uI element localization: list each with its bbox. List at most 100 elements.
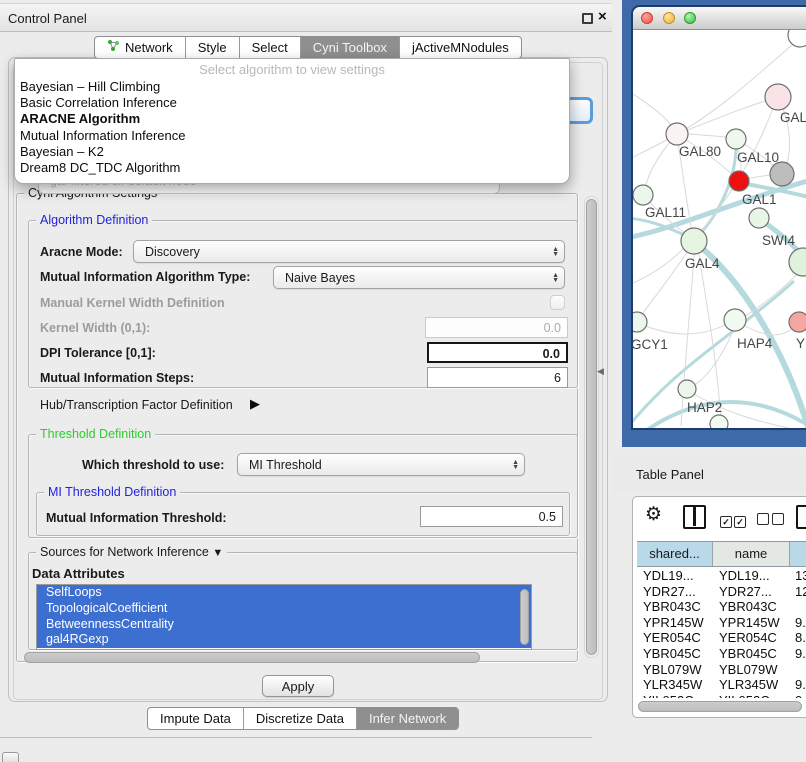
node-gal11[interactable] bbox=[633, 185, 653, 205]
table-row[interactable]: YBR043CYBR043C bbox=[637, 599, 806, 615]
manual-kernel-checkbox[interactable] bbox=[550, 295, 565, 310]
network-view-panel: GALGAL80GAL10GAL1GAL11SWI4GAL4GCY1HAP4YH… bbox=[622, 0, 806, 447]
column-header[interactable]: name bbox=[713, 542, 790, 566]
tab-infer-network[interactable]: Infer Network bbox=[356, 708, 458, 729]
node[interactable] bbox=[789, 248, 806, 276]
menu-item[interactable]: Bayesian – K2 bbox=[15, 144, 569, 160]
menu-item[interactable]: Basic Correlation Inference bbox=[15, 95, 569, 111]
table-cell: YIL052C bbox=[637, 693, 713, 698]
column-header[interactable] bbox=[790, 542, 806, 566]
attribute-item[interactable]: SelfLoops bbox=[37, 585, 531, 601]
table-cell: 9. bbox=[790, 646, 806, 662]
menu-item[interactable]: Bayesian – Hill Climbing bbox=[15, 79, 569, 95]
stepper-icon: ▲▼ bbox=[552, 247, 559, 257]
mi-threshold-title: MI Threshold Definition bbox=[44, 485, 180, 499]
tab-network[interactable]: Network bbox=[95, 37, 185, 58]
table-cell: YIL052C bbox=[713, 693, 790, 698]
table-row[interactable]: YDR27...YDR27...12 bbox=[637, 584, 806, 600]
table-cell: YER054C bbox=[713, 630, 790, 646]
table-cell: 0. bbox=[790, 693, 806, 698]
node-label: HAP4 bbox=[737, 336, 773, 351]
node-gcy1[interactable] bbox=[633, 312, 647, 332]
node-gal4[interactable] bbox=[681, 228, 707, 254]
table-row[interactable]: YBR045CYBR045C9. bbox=[637, 646, 806, 662]
apply-button[interactable]: Apply bbox=[262, 675, 334, 697]
which-threshold-combo[interactable]: MI Threshold ▲▼ bbox=[237, 453, 525, 476]
zoom-window-icon[interactable] bbox=[684, 12, 696, 24]
select-all-icon[interactable]: ✓✓ bbox=[720, 512, 746, 530]
node-hap2[interactable] bbox=[678, 380, 696, 398]
close-window-icon[interactable] bbox=[641, 12, 653, 24]
hub-expand-arrow-icon[interactable]: ▶ bbox=[250, 396, 260, 412]
deselect-all-icon[interactable] bbox=[757, 512, 784, 530]
minimize-window-icon[interactable] bbox=[663, 12, 675, 24]
mi-type-combo[interactable]: Naive Bayes ▲▼ bbox=[273, 266, 565, 289]
mi-threshold-field[interactable]: 0.5 bbox=[420, 506, 563, 527]
table-row[interactable]: YER054CYER054C8. bbox=[637, 630, 806, 646]
network-window: GALGAL80GAL10GAL1GAL11SWI4GAL4GCY1HAP4YH… bbox=[633, 7, 806, 428]
menu-item[interactable]: Mutual Information Inference bbox=[15, 128, 569, 144]
node-y[interactable] bbox=[789, 312, 806, 332]
node-label: GCY1 bbox=[633, 337, 668, 352]
network-window-titlebar[interactable] bbox=[633, 7, 806, 30]
float-panel-icon[interactable] bbox=[582, 13, 593, 24]
node[interactable] bbox=[788, 30, 806, 47]
table-cell: YPR145W bbox=[637, 615, 713, 631]
column-header[interactable]: shared... bbox=[637, 542, 713, 566]
menu-item[interactable]: ARACNE Algorithm bbox=[15, 111, 569, 127]
bottom-tabs: Impute DataDiscretize DataInfer Network bbox=[147, 707, 459, 730]
gear-icon[interactable]: ⚙ bbox=[645, 503, 662, 526]
node-hap4[interactable] bbox=[724, 309, 746, 331]
node-gal80[interactable] bbox=[666, 123, 688, 145]
minimized-panel-button[interactable] bbox=[2, 752, 19, 762]
table-cell: 8. bbox=[790, 630, 806, 646]
algorithm-definition-title: Algorithm Definition bbox=[36, 213, 152, 227]
node-label: Y bbox=[796, 336, 805, 351]
node-gal1[interactable] bbox=[729, 171, 749, 191]
node-label: GAL bbox=[780, 110, 806, 125]
attribute-item[interactable]: TopologicalCoefficient bbox=[37, 601, 531, 617]
table-cell: YLR345W bbox=[713, 677, 790, 693]
node[interactable] bbox=[710, 415, 728, 428]
table-row[interactable]: YDL19...YDL19...13 bbox=[637, 568, 806, 584]
settings-scrollbar[interactable] bbox=[586, 199, 597, 655]
node[interactable] bbox=[770, 162, 794, 186]
split-divider-arrow[interactable]: ◀ bbox=[597, 366, 604, 377]
table-cell: YBL079W bbox=[637, 662, 713, 678]
data-attributes-list[interactable]: SelfLoopsTopologicalCoefficientBetweenne… bbox=[36, 584, 532, 650]
attribute-item[interactable]: gal4RGexp bbox=[37, 632, 531, 648]
mi-steps-field[interactable]: 6 bbox=[427, 367, 568, 388]
collapse-arrow-icon[interactable]: ▼ bbox=[212, 547, 223, 559]
tab-jactivemnodules[interactable]: jActiveMNodules bbox=[399, 37, 521, 58]
tab-cyni-toolbox[interactable]: Cyni Toolbox bbox=[300, 37, 399, 58]
settings-hscrollbar[interactable] bbox=[24, 652, 480, 663]
tab-style[interactable]: Style bbox=[185, 37, 239, 58]
node-gal[interactable] bbox=[765, 84, 791, 110]
close-panel-icon[interactable]: × bbox=[598, 8, 607, 25]
table-row[interactable]: YBL079WYBL079W bbox=[637, 662, 806, 678]
table-cell bbox=[790, 599, 806, 615]
node-gal10[interactable] bbox=[726, 129, 746, 149]
table-cell: 9. bbox=[790, 615, 806, 631]
threshold-definition-title: Threshold Definition bbox=[36, 427, 155, 441]
table-row[interactable]: YIL052CYIL052C0. bbox=[637, 693, 806, 698]
table-cell: YER054C bbox=[637, 630, 713, 646]
dpi-tolerance-field[interactable]: 0.0 bbox=[427, 342, 568, 363]
node-label: GAL11 bbox=[645, 205, 686, 220]
columns-icon[interactable] bbox=[683, 505, 706, 529]
table-row[interactable]: YLR345WYLR345W9. bbox=[637, 677, 806, 693]
menu-item[interactable]: Dream8 DC_TDC Algorithm bbox=[15, 160, 569, 176]
tab-discretize-data[interactable]: Discretize Data bbox=[243, 708, 356, 729]
attribute-item[interactable]: BetweennessCentrality bbox=[37, 617, 531, 633]
table-hscrollbar[interactable] bbox=[638, 701, 802, 712]
attribute-list-scrollbar[interactable] bbox=[520, 589, 529, 645]
aracne-mode-combo[interactable]: Discovery ▲▼ bbox=[133, 240, 565, 263]
table-cell: YDR27... bbox=[713, 584, 790, 600]
node-swi4[interactable] bbox=[749, 208, 769, 228]
tab-impute-data[interactable]: Impute Data bbox=[148, 708, 243, 729]
table-icon[interactable] bbox=[796, 505, 806, 529]
table-row[interactable]: YPR145WYPR145W9. bbox=[637, 615, 806, 631]
network-canvas[interactable]: GALGAL80GAL10GAL1GAL11SWI4GAL4GCY1HAP4YH… bbox=[633, 30, 806, 428]
tab-select[interactable]: Select bbox=[239, 37, 300, 58]
kernel-width-field[interactable]: 0.0 bbox=[425, 317, 568, 338]
